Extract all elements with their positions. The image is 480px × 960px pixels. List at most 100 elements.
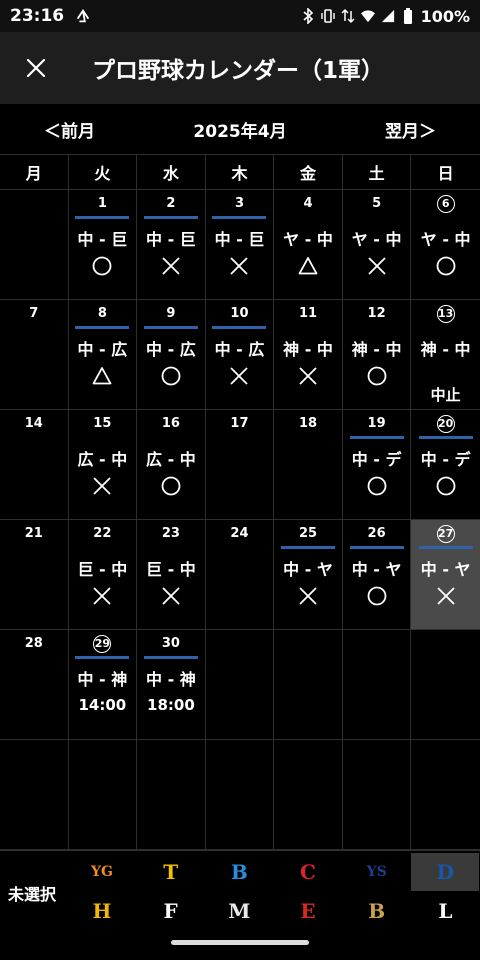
empty-day-cell [343,740,412,849]
day-number: 17 [230,416,249,431]
home-game-indicator [418,436,473,439]
day-cell-19[interactable]: 19 中 - デ [343,410,412,519]
swallows-team-button[interactable]: YS [343,853,411,891]
draw-result-icon [92,367,112,385]
game-matchup: 中 - デ [420,450,471,469]
day-cell-22[interactable]: 22 巨 - 中 [69,520,138,629]
unselected-button[interactable]: 未選択 [8,881,56,905]
home-game-indicator [143,326,198,329]
win-result-icon [367,586,386,606]
sync-icon [76,8,90,23]
day-cell-11[interactable]: 11 神 - 中 [274,300,343,409]
weekday-label: 月 [0,155,69,189]
day-cell-27[interactable]: 27 中 - ヤ [411,520,480,629]
day-cell-12[interactable]: 12 神 - 中 [343,300,412,409]
day-number: 20 [436,415,455,433]
day-cell-24[interactable]: 24 [206,520,275,629]
day-cell-1[interactable]: 1 中 - 巨 [69,190,138,299]
loss-result-icon [162,587,180,605]
day-cell-5[interactable]: 5 ヤ - 中 [343,190,412,299]
draw-result-icon [298,257,318,275]
game-result [366,475,388,497]
win-result-icon [367,476,386,496]
day-cell-9[interactable]: 9 中 - 広 [137,300,206,409]
day-cell-25[interactable]: 25 中 - ヤ [274,520,343,629]
hawks-team-button[interactable]: H [68,892,136,930]
day-number: 6 [436,195,455,213]
home-game-indicator [349,436,404,439]
buffaloes-team-button[interactable]: B [343,892,411,930]
empty-day-cell [137,740,206,849]
tigers-team-button[interactable]: T [137,853,205,891]
day-number: 11 [298,306,318,321]
game-result [160,585,182,607]
game-matchup: 神 - 中 [351,340,402,359]
day-cell-14[interactable]: 14 [0,410,69,519]
marines-team-button[interactable]: M [205,892,273,930]
dragons-team-button[interactable]: D [411,853,480,891]
close-button[interactable] [0,32,72,104]
game-matchup: ヤ - 中 [420,230,471,249]
day-cell-15[interactable]: 15 広 - 中 [69,410,138,519]
prev-month-button[interactable]: ＜前月 [44,117,95,142]
lions-team-button[interactable]: L [411,892,479,930]
day-cell-26[interactable]: 26 中 - ヤ [343,520,412,629]
home-game-indicator [349,546,404,549]
day-cell-16[interactable]: 16 広 - 中 [137,410,206,519]
home-game-indicator [418,546,473,549]
day-cell-13[interactable]: 13 神 - 中中止 [411,300,480,409]
day-cell-30[interactable]: 30 中 - 神 18:00 [137,630,206,739]
day-number: 26 [367,526,386,541]
calendar-week-row: 1 中 - 巨 2 中 - 巨 3 中 - 巨 4 ヤ - 中 5 ヤ - 中 6 ヤ - 中 [0,190,480,300]
day-cell-18[interactable]: 18 [274,410,343,519]
day-cell-28[interactable]: 28 [0,630,69,739]
next-month-button[interactable]: 翌月＞ [385,117,436,142]
day-cell-17[interactable]: 17 [206,410,275,519]
calendar-week-row: 7 8 中 - 広 9 中 - 広 10 中 - 広 11 神 - 中 12 神 - 中 13 神 - … [0,300,480,410]
eagles-team-button[interactable]: E [274,892,342,930]
day-cell-6[interactable]: 6 ヤ - 中 [411,190,480,299]
giants-team-button[interactable]: YG [68,853,136,891]
day-number: 19 [367,416,386,431]
loss-result-icon [299,367,317,385]
game-result [160,475,182,497]
day-cell-7[interactable]: 7 [0,300,69,409]
win-result-icon [161,476,181,496]
day-cell-23[interactable]: 23 巨 - 中 [137,520,206,629]
day-cell-2[interactable]: 2 中 - 巨 [137,190,206,299]
dragons-logo-icon: D [436,860,455,884]
day-cell-21[interactable]: 21 [0,520,69,629]
carp-team-button[interactable]: C [274,853,342,891]
game-matchup: 神 - 中 [283,340,333,359]
game-result [435,475,457,497]
day-number: 4 [303,196,313,211]
status-bar: 23:16 100% [0,0,480,32]
day-cell-29[interactable]: 29 中 - 神 14:00 [69,630,138,739]
empty-day-cell [69,740,138,849]
day-number: 10 [230,306,249,321]
baystars-team-button[interactable]: B [205,853,273,891]
game-matchup: ヤ - 中 [283,230,333,249]
calendar-grid: 月火水木金土 日 1 中 - 巨 2 中 - 巨 3 中 - 巨 4 ヤ - 中 5 ヤ - 中 6 ヤ… [0,154,480,850]
day-number: 30 [161,636,180,651]
buffaloes-logo-icon: B [368,899,386,923]
marines-logo-icon: M [228,899,251,923]
home-game-indicator [75,326,130,329]
game-matchup: ヤ - 中 [351,230,402,249]
win-result-icon [161,366,181,386]
giants-logo-icon: YG [91,864,113,880]
day-cell-20[interactable]: 20 中 - デ [411,410,480,519]
day-cell-10[interactable]: 10 中 - 広 [206,300,275,409]
home-indicator[interactable] [171,940,309,945]
tigers-logo-icon: T [163,860,179,884]
day-cell-8[interactable]: 8 中 - 広 [69,300,138,409]
day-cell-4[interactable]: 4 ヤ - 中 [274,190,343,299]
game-note: 中止 [430,386,461,404]
game-note: 14:00 [78,696,127,714]
fighters-team-button[interactable]: F [137,892,205,930]
battery-icon [403,8,412,24]
empty-day-cell [411,630,480,739]
day-cell-3[interactable]: 3 中 - 巨 [206,190,275,299]
empty-day-cell [274,630,343,739]
day-number: 3 [234,196,244,211]
